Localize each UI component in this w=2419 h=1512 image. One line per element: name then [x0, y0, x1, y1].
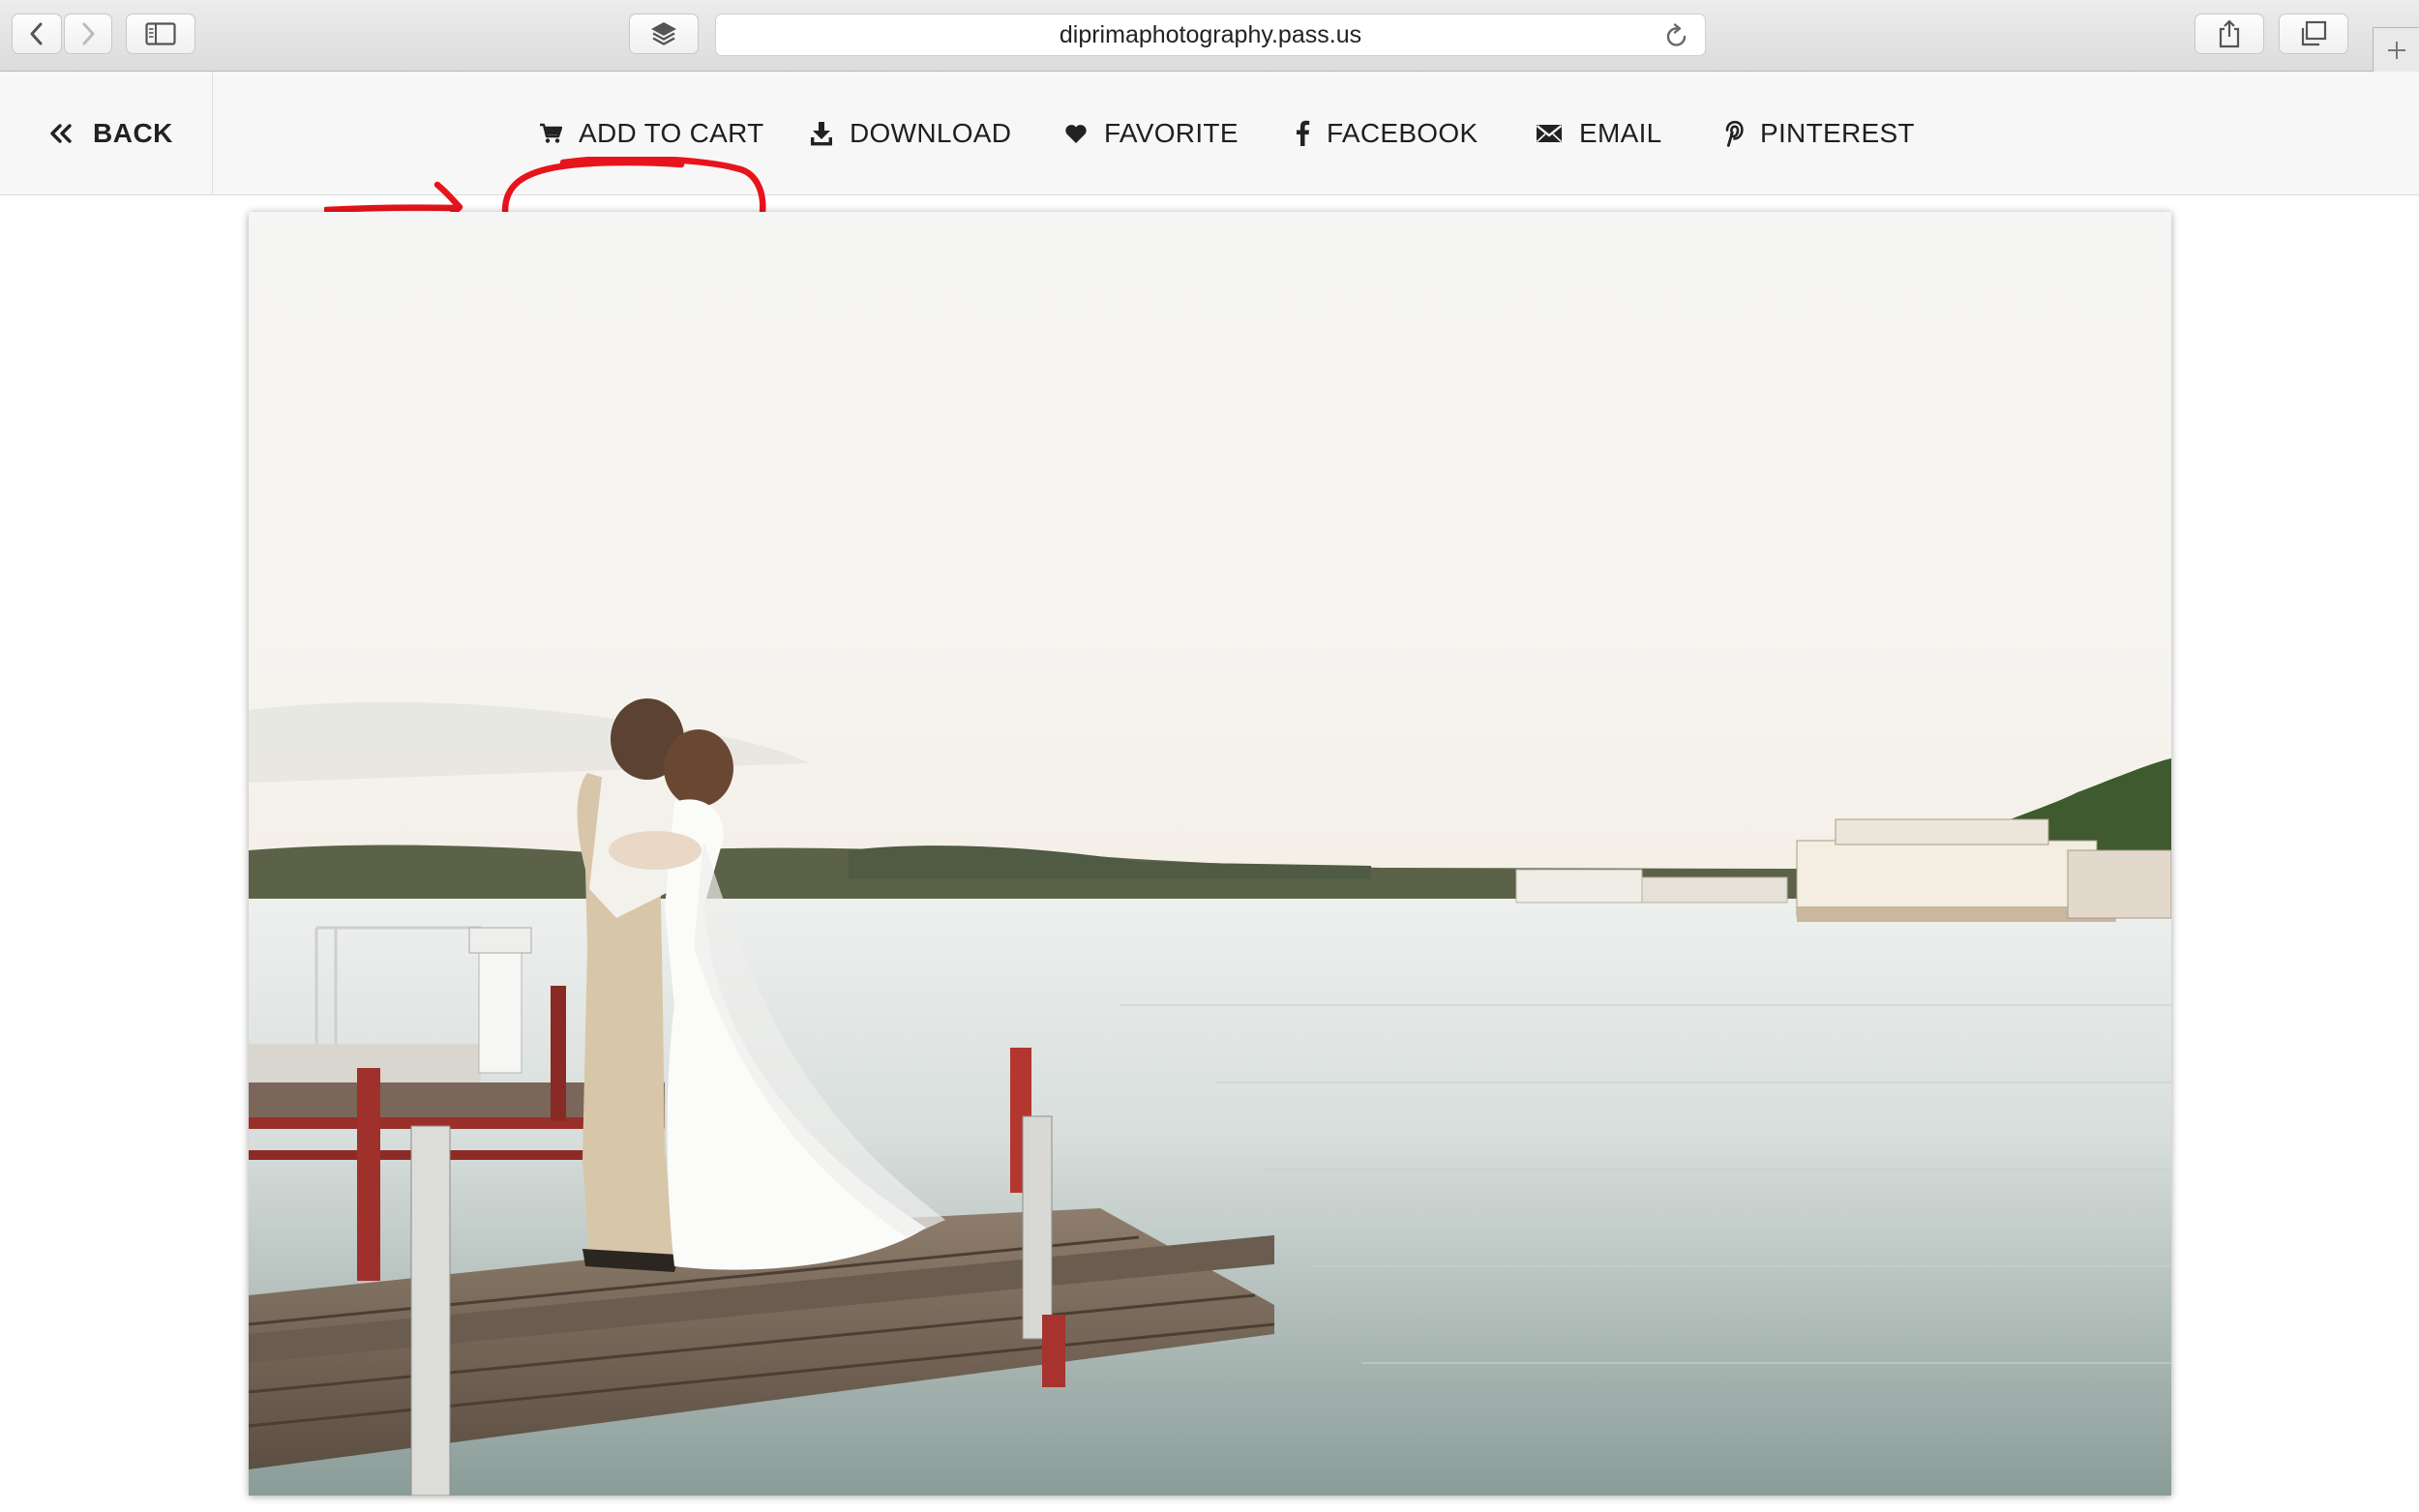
email-button[interactable]: EMAIL [1536, 72, 1662, 194]
pinterest-icon [1722, 120, 1744, 147]
address-bar[interactable]: diprimaphotography.pass.us [715, 14, 1706, 56]
email-label: EMAIL [1579, 117, 1662, 148]
browser-forward-button[interactable] [64, 14, 112, 54]
browser-back-button[interactable] [12, 14, 62, 54]
back-label: BACK [93, 117, 173, 148]
cart-icon [539, 123, 562, 144]
reload-button[interactable] [1664, 22, 1689, 54]
favorite-button[interactable]: FAVORITE [1064, 72, 1239, 194]
reload-icon [1666, 23, 1687, 46]
tabs-overview-button[interactable] [2279, 14, 2348, 54]
back-button[interactable]: BACK [0, 72, 213, 194]
download-button[interactable]: DOWNLOAD [810, 72, 1011, 194]
favorite-label: FAVORITE [1104, 117, 1239, 148]
share-button[interactable] [2195, 14, 2264, 54]
share-icon [2219, 19, 2240, 48]
pinterest-label: PINTEREST [1760, 117, 1915, 148]
sidebar-toggle-button[interactable] [126, 14, 195, 54]
tabs-icon [2301, 20, 2327, 46]
facebook-icon [1295, 120, 1310, 147]
facebook-button[interactable]: FACEBOOK [1295, 72, 1478, 194]
download-icon [810, 121, 833, 146]
chevron-right-icon [82, 22, 95, 45]
facebook-label: FACEBOOK [1327, 117, 1478, 148]
pinterest-button[interactable]: PINTEREST [1722, 72, 1915, 194]
add-to-cart-label: ADD TO CART [579, 117, 764, 148]
wedding-photo [249, 212, 2171, 1496]
photo-action-bar: BACK ADD TO CART DOWNLOAD FAVORITE FACEB… [0, 72, 2419, 258]
envelope-icon [1536, 124, 1563, 143]
plus-icon [2387, 41, 2405, 59]
browser-toolbar: diprimaphotography.pass.us [0, 0, 2419, 72]
extensions-button[interactable] [629, 14, 699, 54]
download-label: DOWNLOAD [850, 117, 1012, 148]
sidebar-icon [145, 22, 176, 45]
double-chevron-left-icon [50, 123, 72, 143]
layers-icon [651, 22, 676, 45]
new-tab-button[interactable] [2373, 27, 2419, 72]
chevron-left-icon [30, 22, 43, 45]
url-text: diprimaphotography.pass.us [1059, 20, 1362, 48]
photo-viewer[interactable] [249, 212, 2171, 1496]
heart-icon [1064, 123, 1088, 144]
